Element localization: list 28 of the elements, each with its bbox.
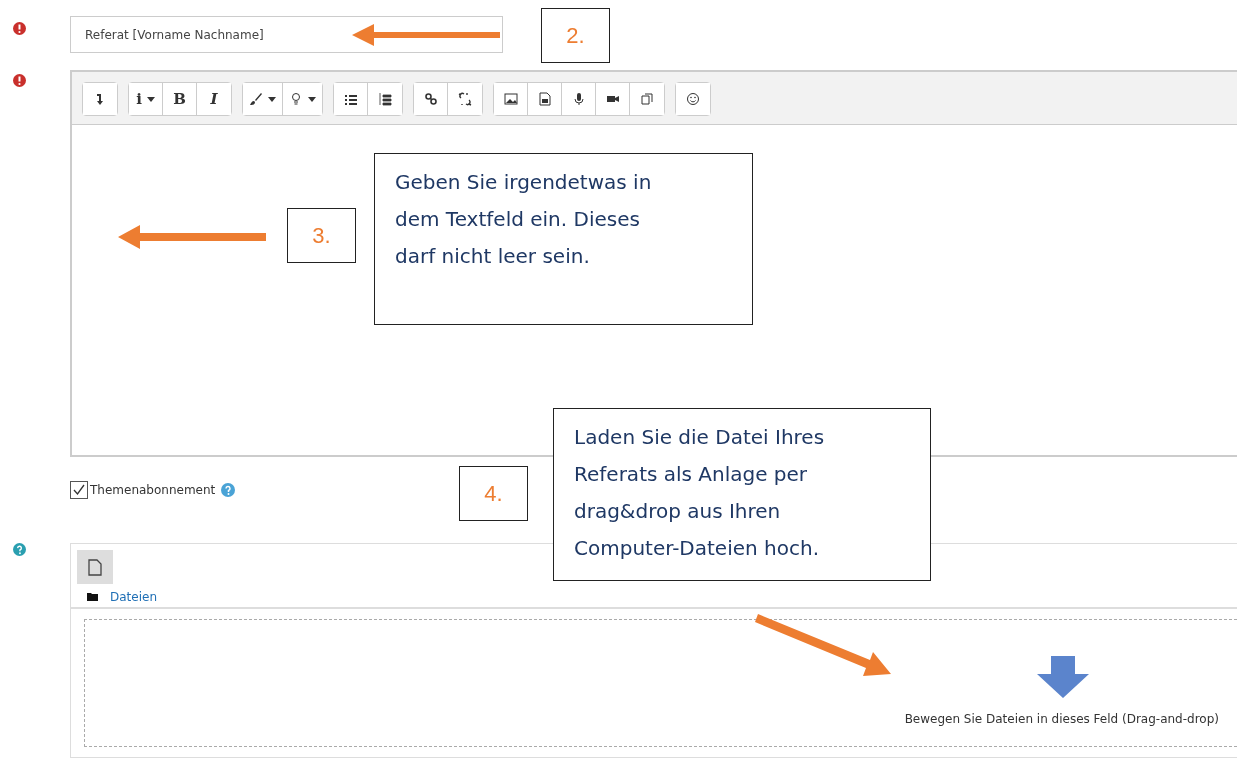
- checkbox-label: Themenabonnement: [90, 483, 216, 497]
- caret-icon: [308, 96, 316, 102]
- brush-menu-button[interactable]: [243, 83, 283, 115]
- subject-field[interactable]: Referat [Vorname Nachname]: [70, 16, 503, 53]
- brush-icon: [249, 92, 263, 106]
- drop-hint: Bewegen Sie Dateien in dieses Feld (Drag-and-drop): [904, 712, 1219, 726]
- lightbulb-icon: [289, 92, 303, 106]
- bullet-list-icon[interactable]: [334, 83, 368, 115]
- folder-link[interactable]: Dateien: [110, 590, 157, 604]
- caret-icon: [268, 96, 276, 102]
- arrow-down-icon[interactable]: [83, 83, 117, 115]
- help-icon[interactable]: [221, 483, 236, 497]
- info-button[interactable]: i: [129, 83, 163, 115]
- subscription-checkbox[interactable]: [70, 481, 88, 499]
- step-number: 3.: [287, 208, 356, 263]
- image-icon[interactable]: [494, 83, 528, 115]
- step-number: 4.: [459, 466, 528, 521]
- folder-icon: [87, 593, 98, 601]
- file-icon: [88, 558, 102, 576]
- callout-note: Geben Sie irgendetwas in dem Textfeld ein. Dieses darf nicht leer sein.: [374, 153, 753, 325]
- callout-note: Laden Sie die Datei Ihres Referats als Anlage per drag&drop aus Ihren Computer-Dateien hoch.: [553, 408, 931, 581]
- add-file-button[interactable]: [77, 550, 113, 584]
- link-icon[interactable]: [414, 83, 448, 115]
- download-arrow-icon: [1037, 656, 1089, 698]
- help-icon[interactable]: [13, 543, 26, 556]
- caret-icon: [146, 96, 155, 102]
- step-number: 2.: [541, 8, 610, 63]
- smiley-icon[interactable]: [676, 83, 710, 115]
